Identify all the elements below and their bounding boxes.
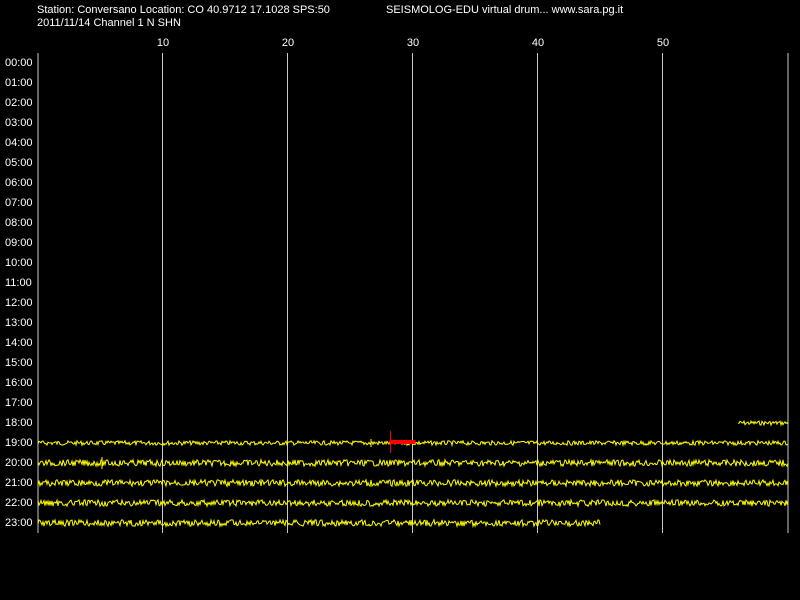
trace-2300 bbox=[37, 518, 601, 529]
trace-1800 bbox=[737, 419, 789, 427]
seismogram-drum bbox=[37, 53, 789, 533]
